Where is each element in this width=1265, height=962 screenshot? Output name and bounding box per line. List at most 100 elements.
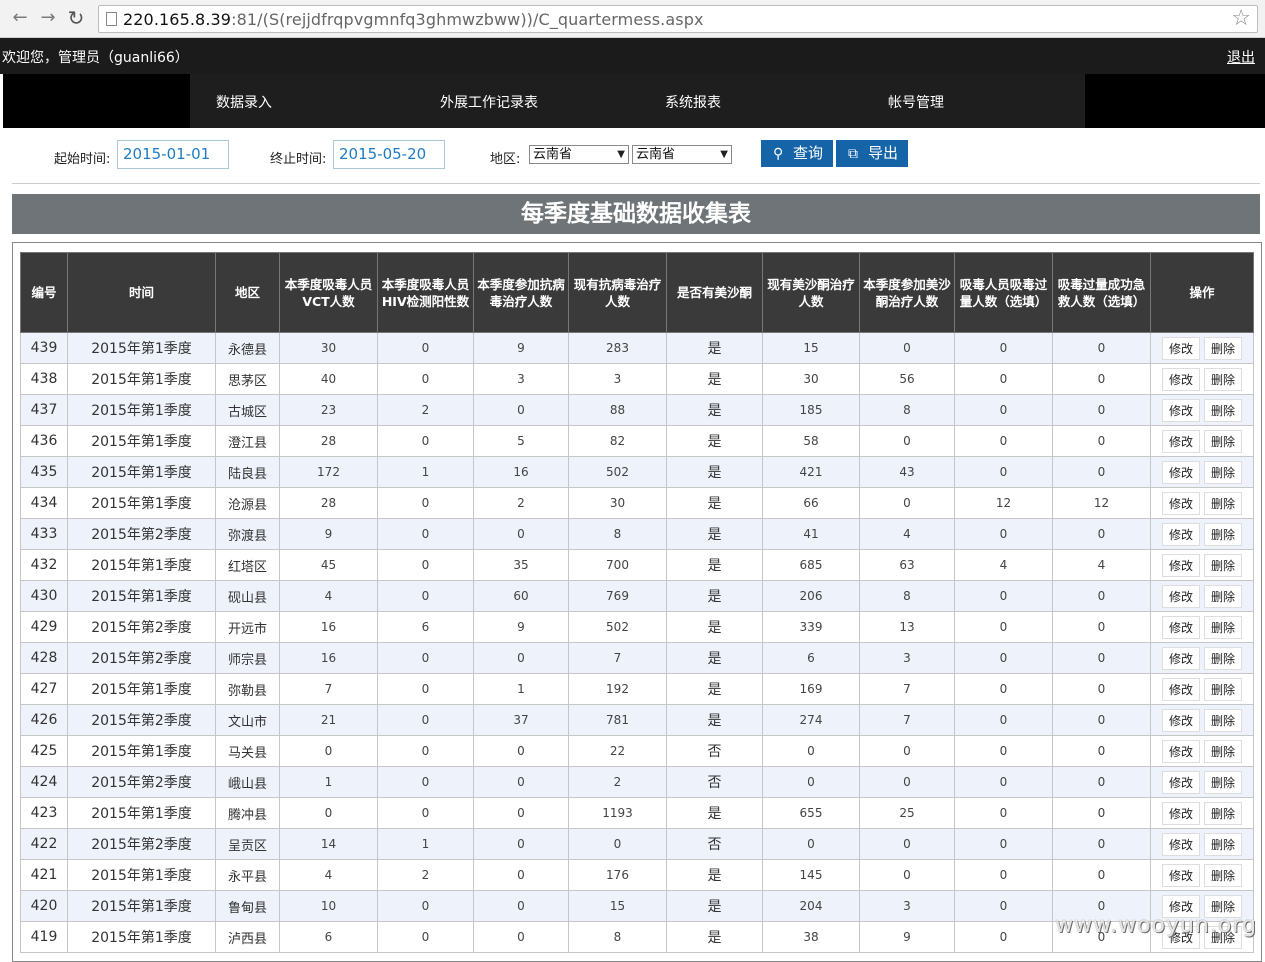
menu-item-system-reports[interactable]: 系统报表	[665, 92, 721, 112]
logout-link[interactable]: 退出	[1227, 47, 1255, 67]
delete-button[interactable]: 删除	[1204, 832, 1243, 856]
delete-button[interactable]: 删除	[1204, 429, 1243, 453]
edit-button[interactable]: 修改	[1161, 398, 1200, 422]
reload-icon[interactable]: ↻	[64, 6, 88, 30]
top-bar: 欢迎您，管理员（guanli66） 退出	[0, 38, 1265, 74]
delete-button[interactable]: 删除	[1204, 367, 1243, 391]
cell-id: 420	[20, 890, 68, 922]
edit-button[interactable]: 修改	[1161, 615, 1200, 639]
cell-region: 鲁甸县	[215, 890, 280, 922]
delete-button[interactable]: 删除	[1204, 398, 1243, 422]
url-text[interactable]: 220.165.8.39:81/(S(rejjdfrqpvgmnfq3ghmwz…	[123, 10, 704, 29]
menu-item-data-entry[interactable]: 数据录入	[216, 92, 272, 112]
edit-button[interactable]: 修改	[1161, 553, 1200, 577]
cell-vct: 6	[279, 921, 378, 953]
cell-current-methadone: 204	[762, 890, 860, 922]
edit-button[interactable]: 修改	[1161, 677, 1200, 701]
cell-has-methadone: 是	[666, 611, 763, 643]
start-time-label: 起始时间:	[54, 152, 111, 167]
cell-new-methadone: 3	[859, 890, 955, 922]
delete-button[interactable]: 删除	[1204, 801, 1243, 825]
edit-button[interactable]: 修改	[1161, 708, 1200, 732]
edit-button[interactable]: 修改	[1161, 584, 1200, 608]
edit-button[interactable]: 修改	[1161, 646, 1200, 670]
menu-item-account-management[interactable]: 帐号管理	[888, 92, 944, 112]
table-row: 427 2015年第1季度 弥勒县 7 0 1 192 是 169 7 0 0 修改 删除	[20, 673, 1254, 705]
welcome-text: 欢迎您，管理员（guanli66）	[2, 50, 189, 66]
edit-button[interactable]: 修改	[1161, 801, 1200, 825]
delete-button[interactable]: 删除	[1204, 863, 1243, 887]
cell-actions: 修改 删除	[1150, 549, 1254, 581]
forward-arrow-icon[interactable]: →	[36, 6, 60, 30]
province-select[interactable]: 云南省 ▼	[529, 145, 629, 164]
delete-button[interactable]: 删除	[1204, 336, 1243, 360]
city-select[interactable]: 云南省 ▼	[632, 145, 732, 164]
cell-current-art: 1193	[568, 797, 667, 829]
cell-time: 2015年第1季度	[67, 487, 216, 519]
delete-button[interactable]: 删除	[1204, 646, 1243, 670]
cell-current-methadone: 339	[762, 611, 860, 643]
delete-button[interactable]: 删除	[1204, 615, 1243, 639]
col-header-region: 地区	[215, 252, 280, 333]
cell-new-methadone: 0	[859, 332, 955, 364]
cell-new-art: 0	[473, 518, 569, 550]
cell-current-art: 769	[568, 580, 667, 612]
edit-button[interactable]: 修改	[1161, 832, 1200, 856]
delete-button[interactable]: 删除	[1204, 677, 1243, 701]
end-time-input[interactable]: 2015-05-20	[333, 140, 445, 169]
cell-region: 开远市	[215, 611, 280, 643]
bookmark-star-icon[interactable]: ☆	[1231, 7, 1251, 31]
delete-button[interactable]: 删除	[1204, 708, 1243, 732]
cell-vct: 30	[279, 332, 378, 364]
cell-actions: 修改 删除	[1150, 394, 1254, 426]
cell-overdose-rescued: 4	[1052, 549, 1151, 581]
delete-button[interactable]: 删除	[1204, 491, 1243, 515]
edit-button[interactable]: 修改	[1161, 491, 1200, 515]
cell-new-methadone: 4	[859, 518, 955, 550]
back-arrow-icon[interactable]: ←	[8, 6, 32, 30]
cell-vct: 14	[279, 828, 378, 860]
edit-button[interactable]: 修改	[1161, 367, 1200, 391]
cell-overdose: 0	[954, 456, 1053, 488]
delete-button[interactable]: 删除	[1204, 522, 1243, 546]
cell-overdose-rescued: 0	[1052, 332, 1151, 364]
query-button[interactable]: ⚲ 查询	[761, 140, 833, 167]
cell-overdose-rescued: 0	[1052, 394, 1151, 426]
cell-actions: 修改 删除	[1150, 425, 1254, 457]
edit-button[interactable]: 修改	[1161, 863, 1200, 887]
export-button[interactable]: ⧉ 导出	[836, 140, 908, 167]
cell-has-methadone: 是	[666, 487, 763, 519]
cell-vct: 16	[279, 611, 378, 643]
cell-hiv-positive: 0	[377, 580, 474, 612]
cell-vct: 7	[279, 673, 378, 705]
address-bar[interactable]: 220.165.8.39:81/(S(rejjdfrqpvgmnfq3ghmwz…	[98, 5, 1258, 33]
delete-button[interactable]: 删除	[1204, 739, 1243, 763]
cell-region: 腾冲县	[215, 797, 280, 829]
menu-item-outreach-records[interactable]: 外展工作记录表	[440, 92, 538, 112]
cell-time: 2015年第2季度	[67, 766, 216, 798]
dropdown-arrow-icon: ▼	[720, 149, 728, 160]
table-header-row: 编号 时间 地区 本季度吸毒人员VCT人数 本季度吸毒人员HIV检测阳性数 本季…	[20, 252, 1254, 333]
edit-button[interactable]: 修改	[1161, 770, 1200, 794]
cell-current-methadone: 0	[762, 828, 860, 860]
delete-button[interactable]: 删除	[1204, 584, 1243, 608]
delete-button[interactable]: 删除	[1204, 770, 1243, 794]
start-time-input[interactable]: 2015-01-01	[117, 140, 229, 169]
edit-button[interactable]: 修改	[1161, 522, 1200, 546]
edit-button[interactable]: 修改	[1161, 460, 1200, 484]
cell-current-art: 0	[568, 828, 667, 860]
edit-button[interactable]: 修改	[1161, 429, 1200, 453]
cell-current-methadone: 685	[762, 549, 860, 581]
edit-button[interactable]: 修改	[1161, 336, 1200, 360]
cell-id: 439	[20, 332, 68, 364]
cell-current-art: 502	[568, 456, 667, 488]
cell-new-methadone: 56	[859, 363, 955, 395]
cell-vct: 9	[279, 518, 378, 550]
cell-current-art: 7	[568, 642, 667, 674]
cell-actions: 修改 删除	[1150, 735, 1254, 767]
delete-button[interactable]: 删除	[1204, 553, 1243, 577]
edit-button[interactable]: 修改	[1161, 739, 1200, 763]
cell-overdose-rescued: 0	[1052, 673, 1151, 705]
delete-button[interactable]: 删除	[1204, 460, 1243, 484]
cell-hiv-positive: 0	[377, 673, 474, 705]
